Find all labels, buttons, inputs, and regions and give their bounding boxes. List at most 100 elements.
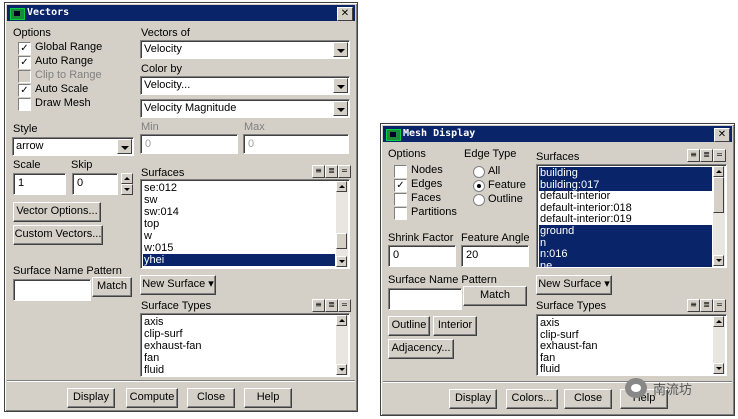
list-item[interactable]: n: [539, 236, 712, 249]
list-item[interactable]: clip-surf: [143, 328, 335, 340]
radio-button[interactable]: [473, 194, 485, 206]
feature-angle-field[interactable]: 20: [461, 245, 529, 267]
checkbox[interactable]: ✓: [394, 179, 407, 192]
surface-types-list[interactable]: axis clip-surf exhaust-fan fan fluid: [536, 314, 727, 376]
list-item[interactable]: se:012: [143, 182, 335, 194]
match-button[interactable]: Match: [92, 277, 132, 297]
list-item[interactable]: default-interior: [539, 190, 712, 202]
surfaces-list[interactable]: se:012 sw sw:014 top w w:015 yhei: [140, 179, 350, 269]
clear-icon[interactable]: =: [713, 299, 726, 312]
surfaces-list[interactable]: building building:017 default-interior defa…: [536, 164, 727, 268]
surfaces-scrollbar[interactable]: [336, 181, 348, 267]
match-button[interactable]: Match: [463, 286, 527, 306]
list-item[interactable]: sw: [143, 194, 335, 206]
max-field[interactable]: 0: [243, 134, 349, 154]
compute-button[interactable]: Compute: [126, 388, 178, 408]
list-item[interactable]: w:015: [143, 242, 335, 254]
close-icon[interactable]: ✕: [714, 128, 730, 142]
display-button[interactable]: Display: [449, 389, 497, 409]
list-item[interactable]: yhei: [143, 254, 335, 266]
scroll-down-icon[interactable]: [713, 255, 724, 266]
list-item[interactable]: building:017: [539, 178, 712, 191]
list-item[interactable]: axis: [539, 317, 712, 329]
checkbox[interactable]: [394, 207, 407, 220]
custom-vectors-button[interactable]: Custom Vectors...: [13, 225, 103, 245]
list-item[interactable]: exhaust-fan: [539, 340, 712, 352]
clear-icon[interactable]: =: [713, 149, 726, 162]
surfaces-scrollbar[interactable]: [713, 166, 725, 266]
skip-field[interactable]: 0: [72, 173, 118, 195]
list-item[interactable]: fan: [539, 352, 712, 364]
scroll-thumb[interactable]: [336, 233, 347, 249]
new-surface-button[interactable]: New Surface ▾: [140, 275, 216, 295]
vectors-title-bar[interactable]: Vectors ✕: [7, 5, 355, 21]
skip-increment-button[interactable]: [121, 173, 133, 184]
list-item[interactable]: axis: [143, 316, 335, 328]
deselect-icon[interactable]: ≣: [325, 165, 338, 178]
list-item[interactable]: ground: [539, 225, 712, 237]
shrink-factor-field[interactable]: 0: [388, 245, 456, 267]
list-item[interactable]: ne: [539, 259, 712, 267]
surface-types-scrollbar[interactable]: [336, 315, 348, 375]
colors-button[interactable]: Colors...: [506, 389, 558, 409]
chevron-down-icon[interactable]: [117, 139, 132, 154]
list-item[interactable]: sw:014: [143, 206, 335, 218]
help-button[interactable]: Help: [244, 388, 292, 408]
list-item[interactable]: exhaust-fan: [143, 340, 335, 352]
list-item[interactable]: w: [143, 230, 335, 242]
clear-icon[interactable]: =: [338, 299, 351, 312]
scroll-up-icon[interactable]: [336, 315, 347, 326]
min-field[interactable]: 0: [140, 134, 238, 154]
surface-name-pattern-field[interactable]: [13, 279, 91, 301]
list-item[interactable]: clip-surf: [539, 329, 712, 341]
clear-icon[interactable]: =: [338, 165, 351, 178]
display-button[interactable]: Display: [67, 388, 115, 408]
select-all-icon[interactable]: ≡: [687, 149, 700, 162]
color-by-dropdown[interactable]: Velocity...: [140, 76, 350, 95]
skip-decrement-button[interactable]: [121, 184, 133, 195]
close-button[interactable]: Close: [564, 389, 612, 409]
deselect-icon[interactable]: ≣: [700, 299, 713, 312]
adjacency-button[interactable]: Adjacency...: [388, 339, 454, 359]
scroll-down-icon[interactable]: [336, 256, 347, 267]
checkbox[interactable]: [394, 165, 407, 178]
mesh-title-bar[interactable]: Mesh Display ✕: [383, 126, 732, 142]
list-item[interactable]: default-interior:019: [539, 213, 712, 225]
vectors-of-dropdown[interactable]: Velocity: [140, 40, 350, 59]
color-by-sub-dropdown[interactable]: Velocity Magnitude: [140, 99, 350, 118]
checkbox[interactable]: ✓: [18, 42, 31, 55]
scroll-up-icon[interactable]: [336, 181, 347, 192]
scale-field[interactable]: 1: [13, 173, 66, 195]
select-all-icon[interactable]: ≡: [312, 299, 325, 312]
surface-types-list[interactable]: axis clip-surf exhaust-fan fan fluid: [140, 313, 350, 377]
style-dropdown[interactable]: arrow: [12, 137, 134, 156]
deselect-icon[interactable]: ≣: [700, 149, 713, 162]
list-item[interactable]: fluid: [143, 364, 335, 376]
chevron-down-icon[interactable]: [333, 78, 348, 93]
scroll-up-icon[interactable]: [713, 316, 724, 327]
select-all-icon[interactable]: ≡: [687, 299, 700, 312]
list-item[interactable]: default-interior:018: [539, 202, 712, 214]
checkbox[interactable]: ✓: [18, 56, 31, 69]
checkbox[interactable]: [18, 98, 31, 111]
outline-button[interactable]: Outline: [388, 316, 430, 336]
list-item[interactable]: top: [143, 218, 335, 230]
select-all-icon[interactable]: ≡: [312, 165, 325, 178]
list-item[interactable]: fluid: [539, 363, 712, 375]
scroll-thumb[interactable]: [713, 177, 724, 213]
list-item[interactable]: n:016: [539, 248, 712, 261]
chevron-down-icon[interactable]: [333, 101, 348, 116]
close-icon[interactable]: ✕: [337, 7, 353, 21]
checkbox[interactable]: ✓: [18, 84, 31, 97]
list-item[interactable]: fan: [143, 352, 335, 364]
scroll-down-icon[interactable]: [713, 363, 724, 374]
vector-options-button[interactable]: Vector Options...: [13, 202, 101, 222]
chevron-down-icon[interactable]: [333, 42, 348, 57]
radio-button[interactable]: [473, 180, 485, 192]
scroll-up-icon[interactable]: [713, 166, 724, 177]
scroll-down-icon[interactable]: [336, 364, 347, 375]
checkbox[interactable]: [394, 193, 407, 206]
surface-types-scrollbar[interactable]: [713, 316, 725, 374]
list-item[interactable]: building: [539, 167, 712, 179]
surface-name-pattern-field[interactable]: [388, 288, 462, 310]
